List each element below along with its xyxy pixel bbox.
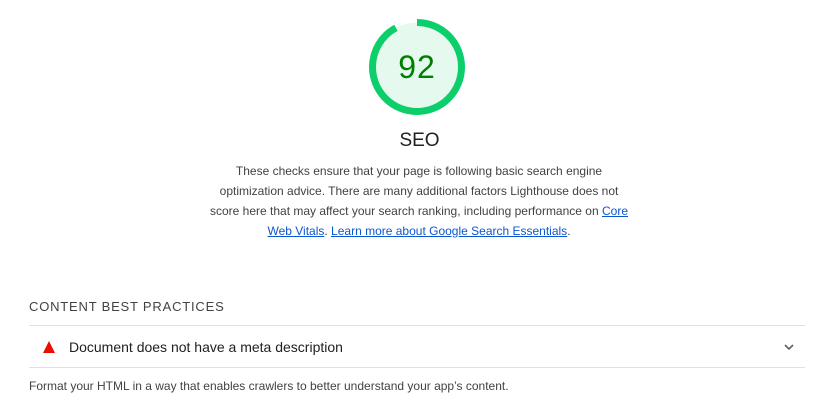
description-end: . — [567, 224, 571, 238]
audit-meta-description[interactable]: Document does not have a meta descriptio… — [29, 327, 805, 367]
divider — [29, 325, 805, 326]
chevron-down-icon[interactable] — [783, 341, 795, 353]
description-text: These checks ensure that your page is fo… — [209, 164, 619, 218]
category-description: These checks ensure that your page is fo… — [209, 161, 629, 241]
group-title: CONTENT BEST PRACTICES — [29, 299, 225, 314]
audit-title: Document does not have a meta descriptio… — [69, 339, 343, 355]
group-description: Format your HTML in a way that enables c… — [29, 379, 509, 393]
category-title: SEO — [399, 130, 440, 151]
learn-more-link[interactable]: Learn more about Google Search Essential… — [331, 224, 567, 238]
score-value: 92 — [398, 49, 436, 85]
score-gauge: 92 — [368, 18, 466, 116]
fail-triangle-icon — [43, 341, 55, 353]
divider — [29, 367, 805, 368]
